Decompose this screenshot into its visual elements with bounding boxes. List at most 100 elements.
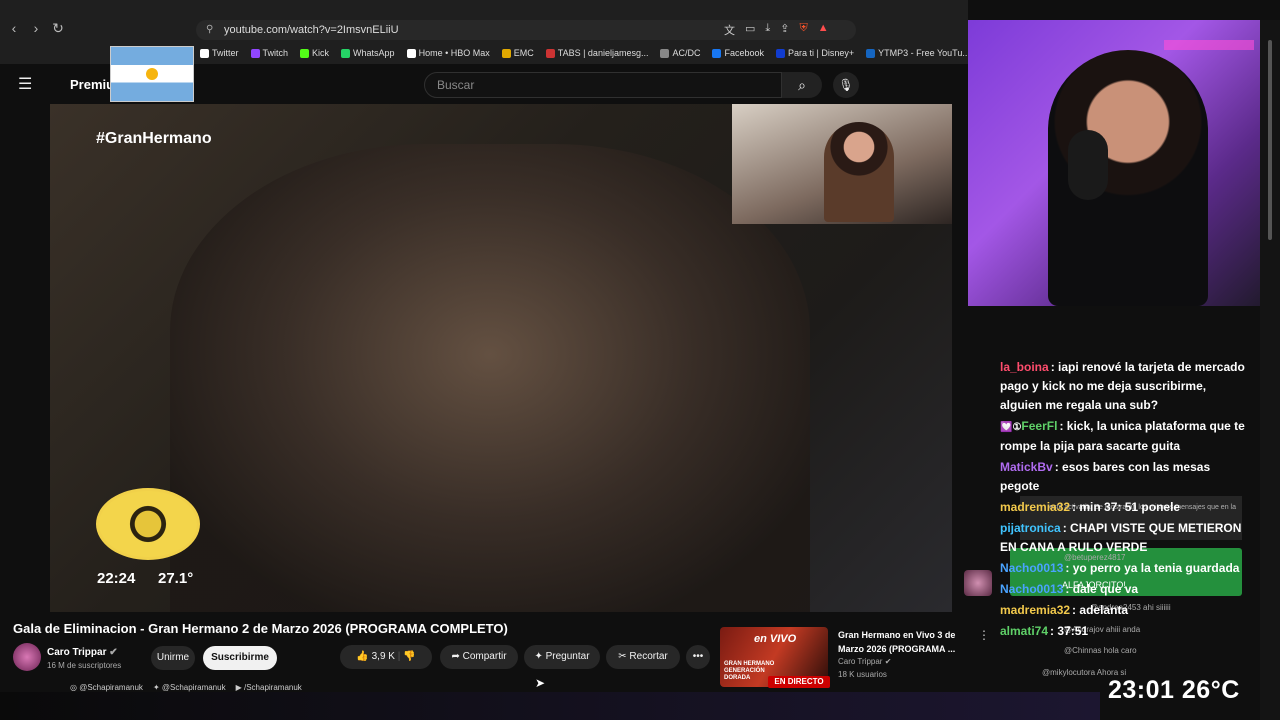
verified-icon: ✔ (109, 647, 118, 658)
dislike-icon[interactable]: 👎 (403, 651, 415, 662)
channel-avatar[interactable] (13, 643, 41, 671)
streamer-webcam (968, 20, 1260, 306)
bookmark-item[interactable]: Kick (300, 48, 329, 58)
recommended-channel[interactable]: Caro Trippar ✔ (838, 657, 891, 666)
chat-message: pijatronica: CHAPI VISTE QUE METIERON EN… (1000, 519, 1250, 557)
bookmark-favicon-icon (300, 48, 310, 58)
bookmark-item[interactable]: YTMP3 - Free YouTu... (866, 48, 968, 58)
sparkle-icon: ✦ (534, 651, 543, 662)
instagram-handle: ◎ @Schapiramanuk (70, 683, 143, 692)
bookmark-item[interactable]: WhatsApp (341, 48, 395, 58)
bookmark-label: EMC (513, 48, 534, 58)
led-strip (1164, 40, 1254, 50)
download-icon[interactable]: ⤓ (765, 22, 770, 38)
menu-icon[interactable]: ☰ (18, 74, 32, 94)
back-icon[interactable]: ‹ (6, 20, 22, 37)
chat-text: dale que va (1072, 582, 1139, 596)
chat-username[interactable]: FeerFl (1021, 419, 1057, 433)
video-title: Gala de Eliminacion - Gran Hermano 2 de … (13, 621, 508, 636)
verified-icon: ✔ (884, 657, 892, 666)
stream-chat: la_boina: iapi renové la tarjeta de merc… (1000, 358, 1250, 643)
chat-username[interactable]: MatickBv (1000, 460, 1053, 474)
chat-separator: : (1050, 360, 1059, 374)
chat-message: MatickBv: esos bares con las mesas pegot… (1000, 458, 1250, 496)
chat-text: adelanta (1079, 603, 1129, 617)
chat-separator: : (1059, 419, 1067, 433)
cohost-person (824, 122, 894, 222)
bookmark-item[interactable]: Twitch (250, 48, 289, 58)
bookmark-item[interactable]: EMC (501, 48, 534, 58)
share-button[interactable]: ➦ Compartir (440, 645, 518, 669)
brave-rewards-icon[interactable]: ▲ (818, 22, 829, 38)
recommended-video-title[interactable]: Gran Hermano en Vivo 3 de Marzo 2026 (PR… (838, 628, 960, 656)
chat-username[interactable]: Nacho0013 (1000, 561, 1063, 575)
forward-icon[interactable]: › (28, 20, 44, 37)
channel-name[interactable]: Caro Trippar ✔ (47, 647, 118, 658)
bookmark-favicon-icon (200, 48, 209, 58)
twitter-icon: ✦ (152, 683, 160, 692)
bookmark-item[interactable]: AC/DC (660, 48, 700, 58)
bookmark-favicon-icon (341, 48, 351, 58)
stream-clock-overlay: 23:01 26°C (1108, 676, 1240, 705)
chat-separator: : (1065, 582, 1073, 596)
bookmark-item[interactable]: Twitter (200, 48, 239, 58)
site-info-icon[interactable]: ⚲ (206, 20, 213, 40)
bookmark-item[interactable]: Home • HBO Max (406, 48, 490, 58)
chat-separator: : (1054, 460, 1063, 474)
social-handles-overlay: ◎ @Schapiramanuk ✦ @Schapiramanuk ▶ /Sch… (70, 683, 302, 692)
scissors-icon: ✂ (618, 651, 627, 662)
chat-username[interactable]: madremia32 (1000, 500, 1070, 514)
clip-button[interactable]: ✂ Recortar (606, 645, 680, 669)
bookmark-item[interactable]: TABS | danieljamesg... (545, 48, 648, 58)
brave-shield-icon[interactable]: ⛨ (800, 22, 808, 38)
chat-text: yo perro ya la tenia guardada (1072, 561, 1240, 575)
chat-username[interactable]: la_boina (1000, 360, 1049, 374)
instagram-icon: ◎ (70, 683, 77, 692)
subscribe-button[interactable]: Suscribirme (203, 646, 277, 670)
bookmark-label: Kick (312, 48, 330, 58)
ask-button[interactable]: ✦ Preguntar (524, 645, 600, 669)
youtube-handle: ▶ /Schapiramanuk (235, 683, 302, 692)
chat-overlay-avatar (964, 570, 992, 596)
chat-username[interactable]: almati74 (1000, 624, 1048, 638)
kebab-menu-icon[interactable]: ⋮ (978, 628, 990, 642)
gran-hermano-eye-logo (96, 488, 200, 560)
chat-username[interactable]: pijatronica (1000, 521, 1061, 535)
chat-username[interactable]: madremia32 (1000, 603, 1070, 617)
recommended-channel-text: Caro Trippar (838, 657, 883, 666)
bookmark-favicon-icon (866, 48, 876, 58)
share-icon[interactable]: ⇪ (780, 22, 789, 38)
like-icon[interactable]: 👍 (356, 651, 368, 662)
chat-username[interactable]: Nacho0013 (1000, 582, 1063, 596)
live-badge: EN DIRECTO (768, 676, 830, 688)
search-input[interactable]: Buscar (424, 72, 782, 98)
mouse-cursor-icon: ➤ (535, 676, 546, 690)
mic-icon[interactable]: 🎙 (833, 72, 859, 98)
youtube-icon: ▶ (235, 683, 242, 692)
thumbnail-text: en VIVO (754, 633, 797, 645)
chat-text: min 37: 51 ponele (1079, 500, 1181, 514)
clip-label: Recortar (629, 651, 668, 662)
search-icon[interactable]: ⌕ (782, 72, 822, 98)
bookmark-label: WhatsApp (353, 48, 395, 58)
bookmark-label: Twitter (212, 48, 239, 58)
chat-message: almati74: 37:51 (1000, 622, 1250, 641)
join-button[interactable]: Unirme (151, 646, 195, 670)
page-scrollbar-thumb[interactable] (1268, 40, 1272, 240)
bookmark-label: YTMP3 - Free YouTu... (878, 48, 968, 58)
translate-icon[interactable]: 文 (724, 22, 735, 38)
bookmark-item[interactable]: Para ti | Disney+ (776, 48, 854, 58)
bookmark-label: Twitch (262, 48, 289, 58)
cast-icon[interactable]: ▭ (745, 22, 755, 38)
reload-icon[interactable]: ↻ (50, 20, 66, 37)
like-dislike-group: 👍 3,9 K | 👎 (340, 645, 432, 669)
more-actions-button[interactable]: ••• (686, 645, 710, 669)
faint-chat-line: @Chinnas hola caro (1064, 646, 1137, 655)
chat-text: 37:51 (1057, 624, 1089, 638)
bookmark-item[interactable]: Facebook (712, 48, 764, 58)
chat-message: la_boina: iapi renové la tarjeta de merc… (1000, 358, 1250, 415)
bookmark-label: Home • HBO Max (418, 48, 490, 58)
bookmark-favicon-icon (660, 48, 670, 58)
like-count[interactable]: 3,9 K (372, 651, 395, 662)
chat-separator: : (1062, 521, 1071, 535)
